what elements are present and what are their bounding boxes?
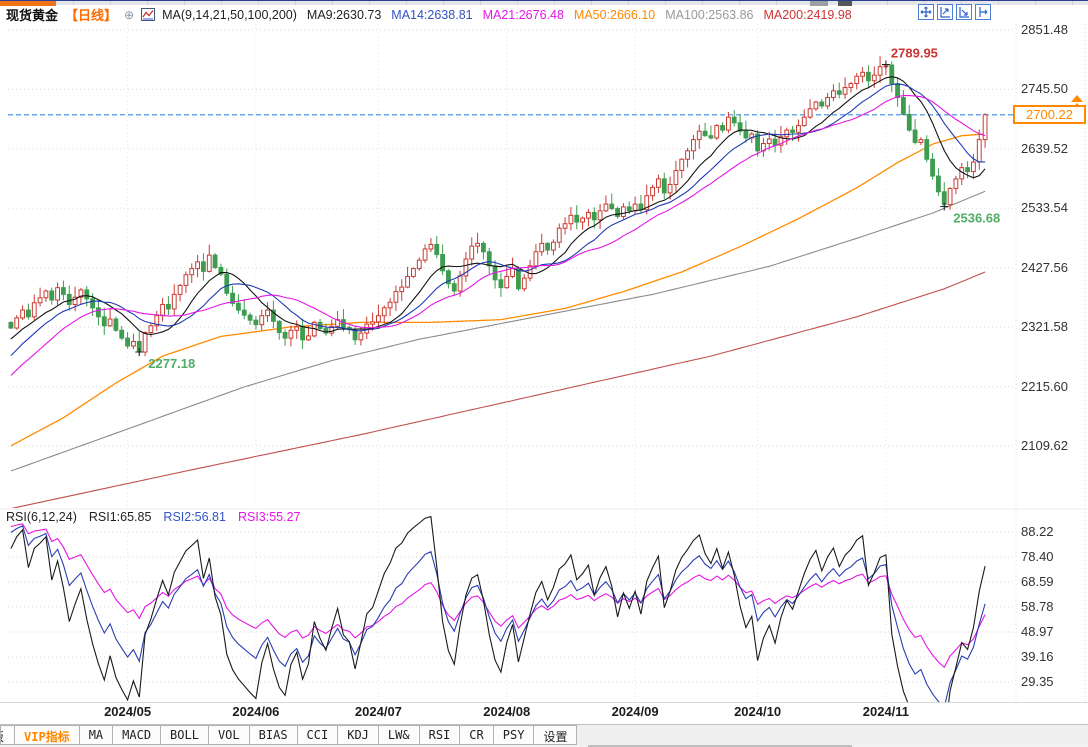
price-axis-label: 2639.52 (1021, 141, 1083, 156)
rsi-readout: RSI3:55.27 (238, 510, 301, 524)
extreme-marker-icon (135, 348, 143, 356)
indicator-tab[interactable]: CR (460, 725, 493, 745)
time-axis-label: 2024/10 (734, 704, 781, 719)
time-axis-label: 2024/09 (612, 704, 659, 719)
price-axis-label: 2427.56 (1021, 260, 1083, 275)
indicator-tab[interactable]: LW& (379, 725, 420, 745)
time-axis-label: 2024/07 (355, 704, 402, 719)
ma-readouts: MA(9,14,21,50,100,200) MA9:2630.73 MA14:26… (162, 8, 852, 22)
price-annotation: 2536.68 (953, 211, 1000, 226)
indicator-tab[interactable]: PSY (494, 725, 535, 745)
indicator-tab[interactable]: VOL (209, 725, 250, 745)
rsi-axis-label: 88.22 (1021, 524, 1083, 539)
rsi-axis-label: 29.35 (1021, 674, 1083, 689)
ma-readout: MA50:2666.10 (574, 8, 655, 22)
time-axis-label: 2024/05 (104, 704, 151, 719)
indicator-tab[interactable]: KDJ (338, 725, 379, 745)
rsi-axis-label: 39.16 (1021, 649, 1083, 664)
ma-readout: MA(9,14,21,50,100,200) (162, 8, 297, 22)
y-axis-zoom-icon[interactable] (937, 4, 953, 20)
rsi-axis-label: 78.40 (1021, 549, 1083, 564)
extreme-marker-icon (882, 61, 890, 69)
price-axis-label: 2321.58 (1021, 319, 1083, 334)
price-annotation: 2277.18 (148, 356, 195, 371)
main-price-panel (9, 56, 987, 508)
chart-toolbar-icons (918, 4, 991, 20)
price-chart-canvas[interactable]: 2789.95 2536.68 2277.18 (0, 0, 1088, 747)
ma-readout: MA21:2676.48 (483, 8, 564, 22)
trading-chart-app: 2789.95 2536.68 2277.18 现货黄金 【日线】 ⊕ MA(9,1… (0, 0, 1088, 747)
ma-readout: MA200:2419.98 (763, 8, 851, 22)
rsi-readout: RSI(6,12,24) (6, 510, 77, 524)
rsi-readouts: RSI(6,12,24) RSI1:65.85 RSI2:56.81 RSI3:55.… (6, 510, 301, 524)
chart-legend-bar: 现货黄金 【日线】 ⊕ MA(9,14,21,50,100,200) MA9:26… (6, 6, 852, 23)
indicator-tab[interactable]: MA (80, 725, 113, 745)
candlestick-series (9, 56, 987, 356)
rsi-readout: RSI2:56.81 (163, 510, 226, 524)
price-axis-label: 2109.62 (1021, 438, 1083, 453)
symbol-name: 现货黄金 (6, 5, 58, 24)
ma-readout: MA14:2638.81 (391, 8, 472, 22)
indicator-tab[interactable]: VIP指标 (15, 725, 80, 745)
add-compare-icon[interactable]: ⊕ (124, 8, 134, 22)
price-annotation: 2789.95 (891, 46, 938, 61)
price-axis-label: 2533.54 (1021, 200, 1083, 215)
indicator-tab-partial[interactable]: 板 (0, 725, 15, 745)
time-axis-row (0, 702, 1088, 724)
indicator-tab[interactable]: CCI (298, 725, 339, 745)
indicator-tab[interactable]: 设置 (534, 725, 577, 745)
time-axis-label: 2024/11 (863, 704, 909, 719)
rsi-axis-label: 68.59 (1021, 574, 1083, 589)
price-axis-label: 2215.60 (1021, 379, 1083, 394)
rsi-axis-label: 48.97 (1021, 624, 1083, 639)
indicator-tab[interactable]: BOLL (161, 725, 209, 745)
axis-scale-icon[interactable] (956, 4, 972, 20)
price-axis-label: 2745.50 (1021, 81, 1083, 96)
ma-readout: MA100:2563.86 (665, 8, 753, 22)
rsi-readout: RSI1:65.85 (89, 510, 152, 524)
period-label: 【日线】 (65, 5, 117, 24)
indicator-tab[interactable]: MACD (113, 725, 161, 745)
price-axis-label: 2851.48 (1021, 22, 1083, 37)
time-axis-label: 2024/08 (483, 704, 530, 719)
indicator-toolbar: 板 VIP指标MAMACDBOLLVOLBIASCCIKDJLW&RSICRPS… (0, 724, 1088, 745)
indicator-tab[interactable]: RSI (420, 725, 461, 745)
line-chart-icon[interactable] (141, 8, 155, 21)
move-tool-icon[interactable] (918, 4, 934, 20)
ma-readout: MA9:2630.73 (307, 8, 381, 22)
rsi-axis-label: 58.78 (1021, 599, 1083, 614)
restore-view-icon[interactable] (975, 4, 991, 20)
indicator-tab[interactable]: BIAS (250, 725, 298, 745)
current-price-tag: 2700.22 (1013, 105, 1086, 124)
time-axis-label: 2024/06 (232, 704, 279, 719)
